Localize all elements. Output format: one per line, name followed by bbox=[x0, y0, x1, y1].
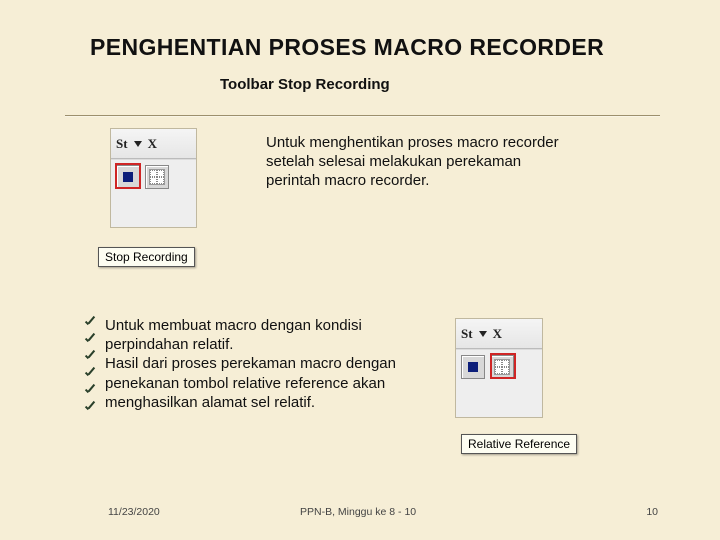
slide-subtitle: Toolbar Stop Recording bbox=[220, 76, 390, 93]
tooltip-stop-recording: Stop Recording bbox=[98, 247, 195, 267]
toolbar-figure-relref: St X bbox=[455, 318, 543, 418]
toolbar-figure-stop: St X bbox=[110, 128, 197, 228]
toolbar-header: St X bbox=[111, 129, 196, 159]
stop-recording-button[interactable] bbox=[461, 355, 485, 379]
toolbar-buttons-row bbox=[111, 159, 196, 227]
toolbar-header-label: St bbox=[461, 327, 473, 340]
check-icon bbox=[84, 384, 98, 398]
toolbar-header-x: X bbox=[493, 327, 502, 340]
footer-page-number: 10 bbox=[646, 506, 658, 518]
relative-reference-icon bbox=[149, 169, 165, 185]
bullet-column bbox=[84, 316, 98, 415]
relative-reference-button[interactable] bbox=[145, 165, 169, 189]
footer-center: PPN-B, Minggu ke 8 - 10 bbox=[300, 506, 416, 518]
toolbar-header-x: X bbox=[148, 137, 157, 150]
tooltip-relative-reference: Relative Reference bbox=[461, 434, 577, 454]
paragraph-stop-desc: Untuk menghentikan proses macro recorder… bbox=[266, 133, 576, 191]
slide-title: PENGHENTIAN PROSES MACRO RECORDER bbox=[90, 34, 604, 61]
relative-reference-icon bbox=[494, 359, 510, 375]
dropdown-caret-icon bbox=[479, 331, 487, 337]
stop-icon bbox=[468, 362, 478, 372]
toolbar-header-label: St bbox=[116, 137, 128, 150]
check-icon bbox=[84, 350, 98, 364]
relative-reference-button[interactable] bbox=[490, 355, 514, 379]
check-icon bbox=[84, 367, 98, 381]
stop-icon bbox=[123, 172, 133, 182]
check-icon bbox=[84, 316, 98, 330]
footer-date: 11/23/2020 bbox=[108, 506, 160, 518]
dropdown-caret-icon bbox=[134, 141, 142, 147]
toolbar-header: St X bbox=[456, 319, 542, 349]
check-icon bbox=[84, 333, 98, 347]
check-icon bbox=[84, 401, 98, 415]
toolbar-buttons-row bbox=[456, 349, 542, 417]
divider bbox=[65, 115, 660, 116]
stop-recording-button[interactable] bbox=[116, 165, 140, 189]
paragraph-relref-desc: Untuk membuat macro dengan kondisi perpi… bbox=[105, 316, 415, 412]
